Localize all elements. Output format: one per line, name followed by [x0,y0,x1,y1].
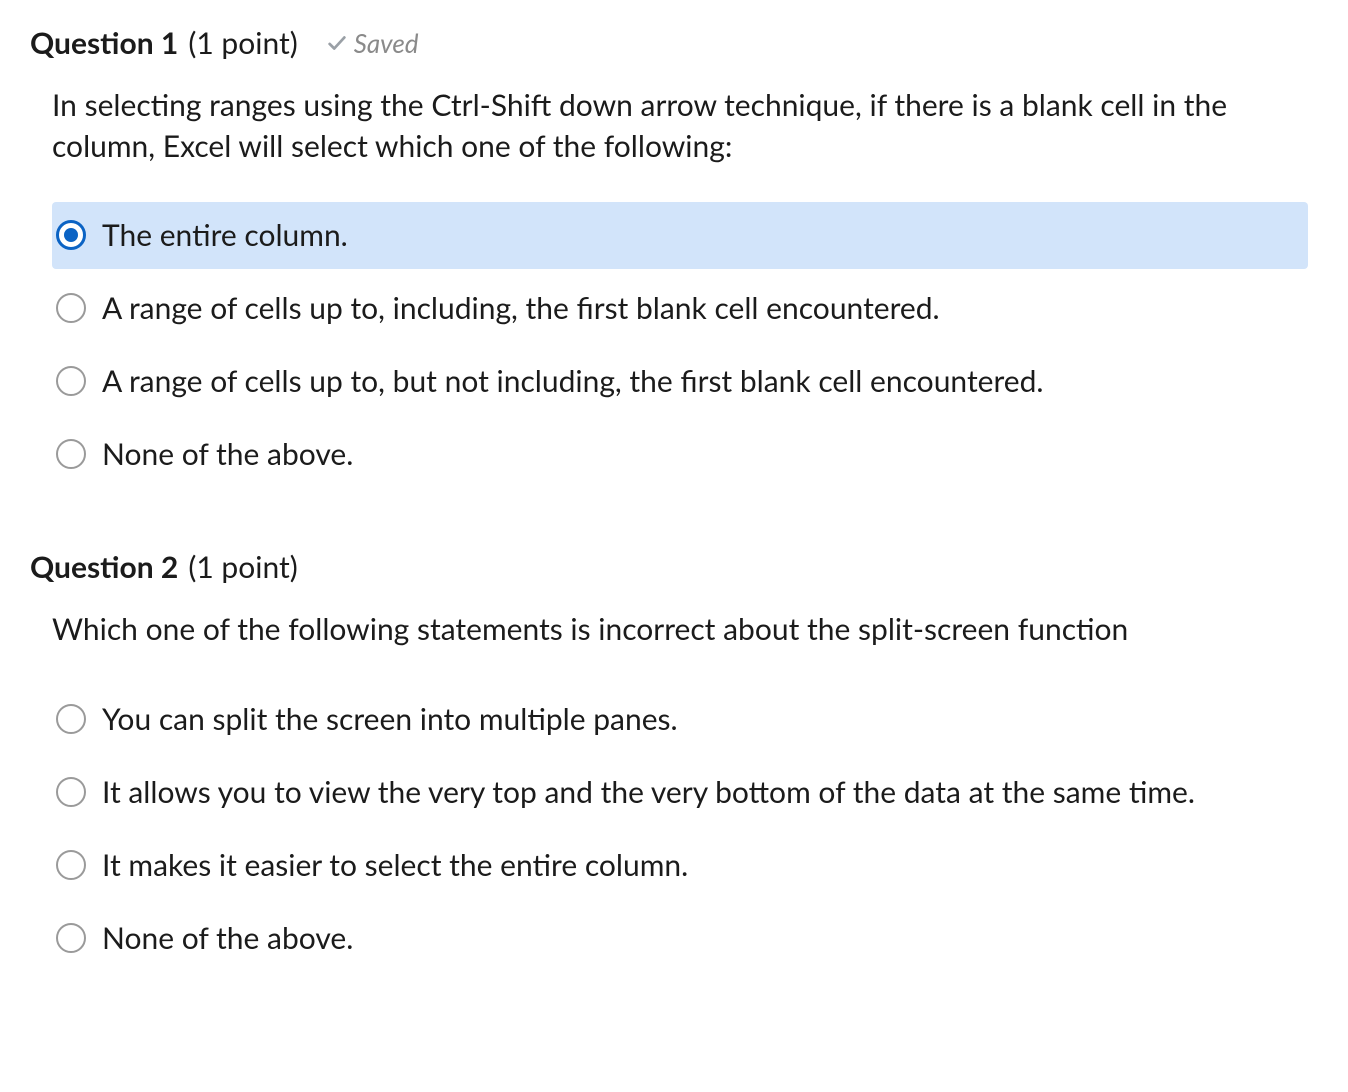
saved-label: Saved [354,27,419,61]
option-1[interactable]: The entire column. [52,202,1308,269]
option-label: A range of cells up to, but not includin… [102,362,1202,401]
question-header: Question 2 (1 point) [30,548,1308,587]
radio-icon [56,220,86,250]
option-label: It allows you to view the very top and t… [102,773,1202,812]
question-points: (1 point) [188,24,297,63]
option-label: The entire column. [102,216,1202,255]
option-1[interactable]: You can split the screen into multiple p… [52,686,1308,753]
option-label: It makes it easier to select the entire … [102,846,1202,885]
option-label: None of the above. [102,919,1202,958]
radio-icon [56,704,86,734]
option-label: None of the above. [102,435,1202,474]
question-prompt: Which one of the following statements is… [52,609,1232,650]
question-block-1: Question 1 (1 point) Saved In selecting … [30,24,1308,488]
quiz-page: Question 1 (1 point) Saved In selecting … [0,0,1348,1092]
question-number: Question 2 [30,548,178,587]
question-block-2: Question 2 (1 point) Which one of the fo… [30,548,1308,972]
option-label: A range of cells up to, including, the f… [102,289,1202,328]
option-2[interactable]: It allows you to view the very top and t… [52,759,1308,826]
option-3[interactable]: A range of cells up to, but not includin… [52,348,1308,415]
option-3[interactable]: It makes it easier to select the entire … [52,832,1308,899]
option-label: You can split the screen into multiple p… [102,700,1202,739]
question-header: Question 1 (1 point) Saved [30,24,1308,63]
radio-icon [56,366,86,396]
options-group: The entire column. A range of cells up t… [52,202,1308,488]
option-4[interactable]: None of the above. [52,421,1308,488]
radio-icon [56,923,86,953]
radio-icon [56,293,86,323]
radio-icon [56,850,86,880]
options-group: You can split the screen into multiple p… [52,686,1308,972]
check-icon [326,32,348,54]
radio-icon [56,777,86,807]
saved-indicator: Saved [326,27,419,61]
question-prompt: In selecting ranges using the Ctrl-Shift… [52,85,1232,166]
question-points: (1 point) [188,548,297,587]
option-2[interactable]: A range of cells up to, including, the f… [52,275,1308,342]
question-number: Question 1 [30,24,178,63]
radio-icon [56,439,86,469]
option-4[interactable]: None of the above. [52,905,1308,972]
